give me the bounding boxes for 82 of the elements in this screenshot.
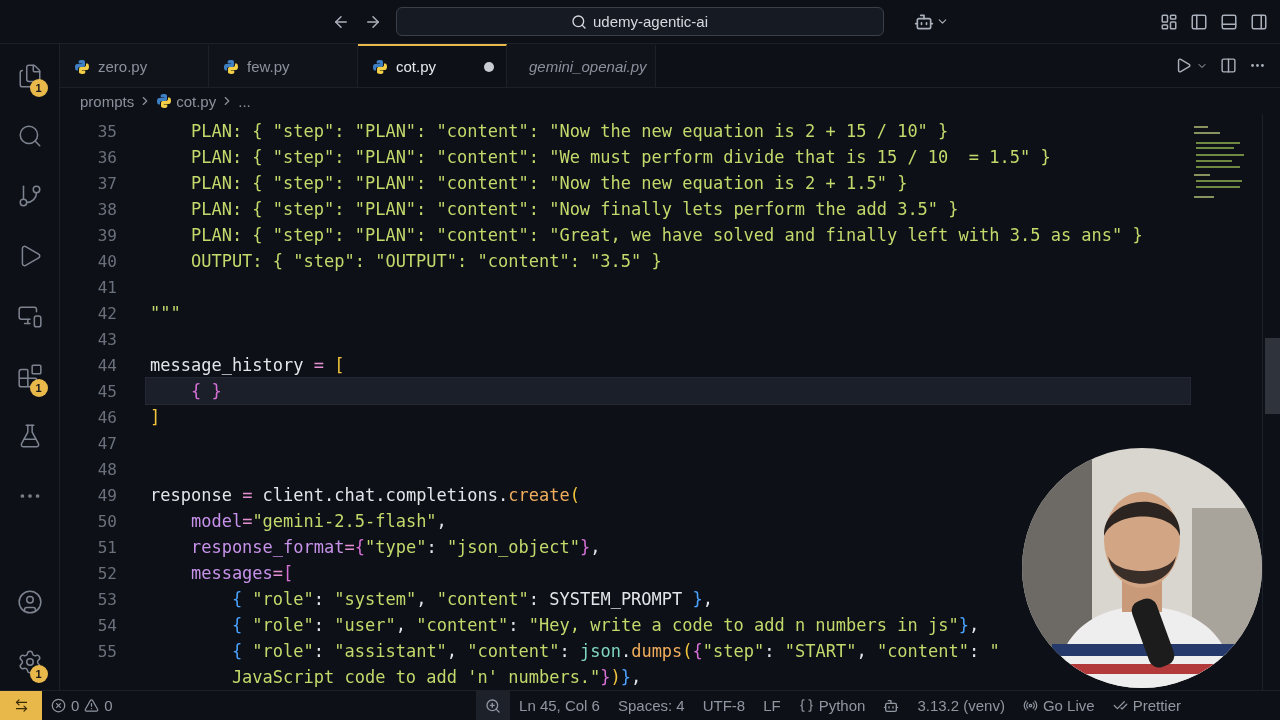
layout-icon[interactable] (1160, 13, 1178, 31)
python-icon (156, 93, 173, 109)
line-number: 54 (96, 615, 117, 635)
line-number: 35 (96, 121, 117, 141)
problems-status[interactable]: 0 0 (42, 690, 122, 720)
arrows-icon (13, 698, 29, 713)
go-live-button[interactable]: Go Live (1013, 690, 1104, 720)
line-number: 39 (96, 225, 117, 245)
zoom-icon (485, 697, 502, 714)
line-number: 46 (96, 407, 117, 427)
notification-badge: 1 (29, 665, 48, 683)
zoom-button[interactable] (476, 690, 511, 720)
line-number: 38 (96, 199, 117, 219)
command-center-search[interactable]: udemy-agentic-ai (395, 7, 884, 36)
run-icon[interactable] (1175, 57, 1192, 74)
error-icon (51, 698, 66, 713)
line-number: 44 (96, 355, 117, 375)
tab-label: few.py (247, 58, 291, 75)
code-line: PLAN: { "step": "PLAN": "content": "Now the new equation is 2 + 15 / 10" } (189, 120, 950, 143)
prettier-status[interactable]: Prettier (1103, 690, 1190, 720)
code-line: PLAN: { "step": "PLAN": "content": "Now finally lets perform the add 3.5" } (189, 198, 960, 221)
status-item[interactable]: Spaces: 4 (608, 690, 694, 720)
breadcrumb-item[interactable]: prompts (80, 92, 135, 110)
line-number: 48 (96, 459, 117, 479)
search-icon (570, 13, 587, 30)
line-number: 41 (96, 277, 117, 297)
tab-label: gemini_openai.py (529, 58, 647, 75)
code-line: PLAN: { "step": "PLAN": "content": "We must perform divide that is 15 / 10 = 1.5" } (189, 146, 1052, 169)
panel-bottom-icon[interactable] (1220, 13, 1238, 31)
code-line: PLAN: { "step": "PLAN": "content": "Now the new equation is 2 + 1.5" } (189, 172, 909, 195)
code-line: ] (149, 406, 162, 429)
python-icon (74, 58, 90, 75)
line-number: 49 (96, 485, 117, 505)
code-line: { "role": "assistant", "content": json.dumps({"step": "START", "content": " (230, 640, 1001, 663)
language-mode[interactable]: Python (789, 690, 875, 720)
notification-badge: 1 (29, 379, 48, 397)
code-line: response = client.chat.completions.create( (149, 484, 581, 507)
editor-tab[interactable]: cot.py (358, 44, 507, 87)
line-number: 50 (96, 511, 117, 531)
line-number: 43 (96, 329, 117, 349)
line-number: 53 (96, 589, 117, 609)
line-number: 55 (96, 641, 117, 661)
code-line: messages=[ (189, 562, 295, 585)
split-editor-icon[interactable] (1220, 57, 1237, 74)
breadcrumb-item[interactable]: ... (238, 92, 251, 110)
robot-icon (883, 697, 900, 714)
python-icon (223, 58, 239, 75)
tab-label: cot.py (396, 58, 438, 75)
code-line: response_format={"type": "json_object"}, (189, 536, 602, 559)
line-number: 40 (96, 251, 117, 271)
python-icon (372, 58, 388, 75)
panel-left-icon[interactable] (1190, 13, 1208, 31)
status-item[interactable]: Ln 45, Col 6 (510, 690, 609, 720)
status-item[interactable]: 3.13.2 (venv) (908, 690, 1014, 720)
code-line: PLAN: { "step": "PLAN": "content": "Great, we have solved and finally left with 3.5 as ans" } (189, 224, 1144, 247)
line-number: 52 (96, 563, 117, 583)
line-number: 47 (96, 433, 117, 453)
scrollbar-thumb[interactable] (1265, 338, 1280, 414)
code-line: OUTPUT: { "step": "OUTPUT": "content": "3.5" } (189, 250, 663, 273)
remote-button[interactable] (0, 690, 42, 720)
status-item[interactable]: UTF-8 (693, 690, 755, 720)
warning-icon (84, 698, 100, 713)
line-number: 42 (96, 303, 117, 323)
breadcrumb-item[interactable]: cot.py (176, 92, 217, 110)
status-item[interactable]: LF (754, 690, 790, 720)
account-icon[interactable] (16, 589, 43, 615)
line-number: 51 (96, 537, 117, 557)
code-line: message_history = [ (149, 354, 346, 377)
code-line: JavaScript code to add 'n' numbers."})}, (230, 666, 643, 689)
line-number: 37 (96, 173, 117, 193)
braces-icon (798, 698, 814, 713)
code-line: """ (149, 302, 182, 325)
code-line: model="gemini-2.5-flash", (189, 510, 448, 533)
code-line: { "role": "system", "content": SYSTEM_PROMPT }, (230, 588, 715, 611)
panel-right-icon[interactable] (1250, 13, 1268, 31)
notification-badge: 1 (29, 79, 48, 97)
code-line: { "role": "user", "content": "Hey, write a code to add n numbers in js"}, (230, 614, 981, 637)
line-number: 36 (96, 147, 117, 167)
tab-label: zero.py (98, 58, 149, 75)
line-number: 45 (96, 381, 117, 401)
broadcast-icon (1022, 698, 1038, 713)
branch-icon[interactable] (16, 183, 43, 209)
